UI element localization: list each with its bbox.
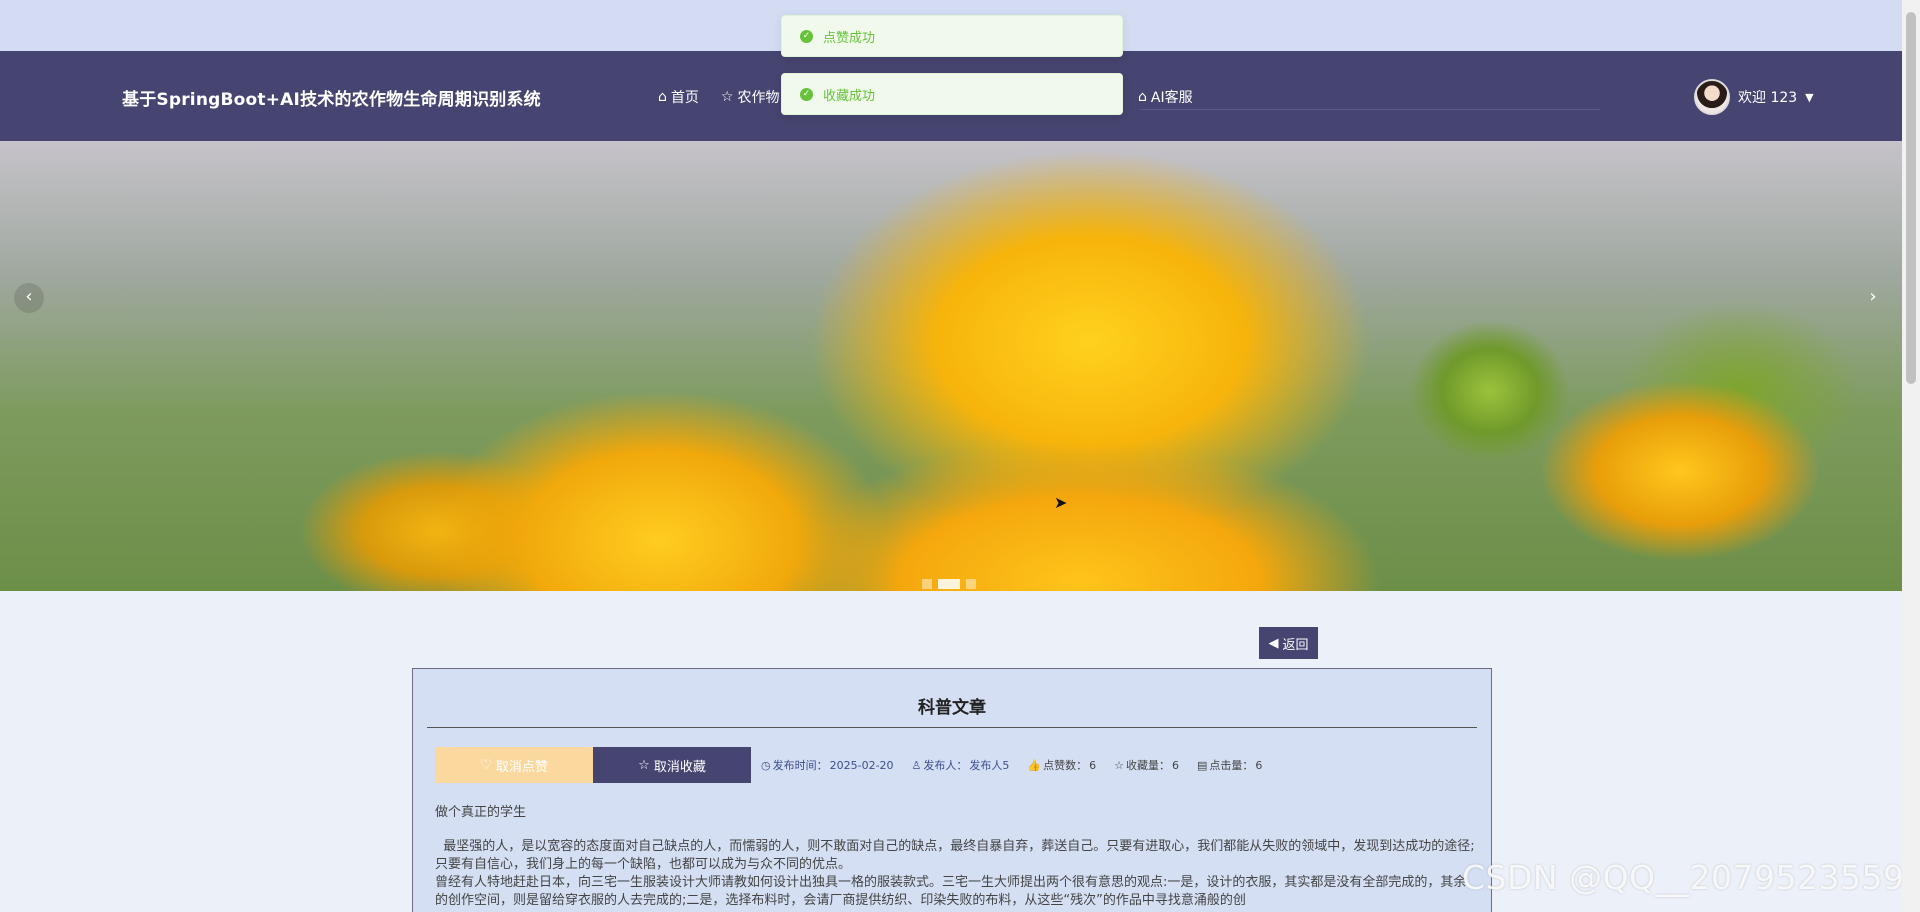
nav-item-ai-service[interactable]: ⌂ AI客服 — [1138, 87, 1193, 107]
scrollbar-thumb[interactable] — [1906, 12, 1916, 384]
check-circle-icon: ✓ — [800, 87, 813, 101]
author-value: 发布人5 — [969, 759, 1010, 772]
nav-item-crops[interactable]: ☆ 农作物 — [721, 87, 780, 107]
like-count-label: 点赞数： — [1043, 759, 1088, 772]
favorite-count-label: 收藏量： — [1126, 759, 1170, 772]
cancel-like-button[interactable]: ♡ 取消点赞 — [435, 747, 593, 783]
carousel-indicator[interactable] — [966, 579, 976, 589]
back-button[interactable]: ◀ 返回 — [1259, 627, 1318, 659]
caret-left-icon: ◀ — [1268, 635, 1279, 651]
publish-time: ◷ 发布时间： 2025-02-20 — [761, 757, 894, 773]
article-title: 科普文章 — [918, 698, 986, 718]
banner-carousel[interactable]: ‹ › — [0, 141, 1902, 591]
star-icon: ☆ — [1114, 758, 1124, 772]
favorite-count: ☆ 收藏量： 6 — [1114, 757, 1179, 773]
carousel-indicator[interactable] — [922, 579, 932, 589]
nav-divider — [1140, 109, 1600, 110]
click-count-value: 6 — [1255, 758, 1263, 772]
mouse-pointer-icon: ➤ — [1054, 493, 1068, 512]
article-paragraph: 最坚强的人，是以宽容的态度面对自己缺点的人，而懦弱的人，则不敢面对自己的缺点，最… — [435, 839, 1475, 872]
author: ♙ 发布人： 发布人5 — [912, 757, 1010, 773]
carousel-next-arrow-icon[interactable]: › — [1858, 283, 1888, 313]
toast-favorite-success: ✓ 收藏成功 — [781, 73, 1123, 115]
toast-like-success: ✓ 点赞成功 — [781, 15, 1123, 57]
like-count-value: 6 — [1089, 758, 1097, 772]
star-icon: ☆ — [638, 757, 650, 773]
article-paragraph: 曾经有人特地赶赴日本，向三宅一生服装设计大师请教如何设计出独具一格的服装款式。三… — [435, 875, 1467, 908]
nav-item-label: AI客服 — [1150, 90, 1193, 106]
avatar[interactable] — [1694, 79, 1730, 115]
publish-time-value: 2025-02-20 — [829, 758, 894, 772]
nav-item-label: 农作物 — [737, 90, 780, 106]
click-count-label: 点击量： — [1209, 759, 1254, 772]
favorite-count-value: 6 — [1172, 758, 1179, 772]
carousel-indicators — [922, 579, 976, 589]
toast-text: 收藏成功 — [823, 88, 876, 104]
carousel-indicator-active[interactable] — [938, 579, 960, 589]
title-divider — [427, 727, 1477, 728]
home-icon: ⌂ — [1138, 89, 1147, 105]
article-card: 科普文章 ♡ 取消点赞 ☆ 取消收藏 ◷ 发布时间： 2025-02-20 ♙ … — [412, 668, 1492, 912]
publish-time-label: 发布时间： — [772, 759, 828, 772]
page-scrollbar[interactable] — [1902, 0, 1920, 912]
nav-item-home[interactable]: ⌂ 首页 — [658, 87, 699, 107]
star-icon: ☆ — [720, 89, 734, 105]
article-actions: ♡ 取消点赞 ☆ 取消收藏 ◷ 发布时间： 2025-02-20 ♙ 发布人： … — [435, 747, 1262, 783]
cancel-like-label: 取消点赞 — [495, 759, 548, 775]
article-subtitle: 做个真正的学生 — [435, 805, 527, 820]
heart-icon: ♡ — [480, 757, 492, 773]
article-meta: ◷ 发布时间： 2025-02-20 ♙ 发布人： 发布人5 👍 点赞数： 6 … — [761, 757, 1262, 773]
document-icon: ▤ — [1197, 758, 1208, 772]
site-brand[interactable]: 基于SpringBoot+AI技术的农作物生命周期识别系统 — [122, 85, 541, 110]
user-icon: ♙ — [911, 758, 922, 772]
user-menu[interactable]: 欢迎 123 ▼ — [1694, 79, 1814, 115]
carousel-prev-arrow-icon[interactable]: ‹ — [14, 283, 44, 313]
home-icon: ⌂ — [658, 89, 667, 105]
main-nav: ⌂ 首页 ☆ 农作物 ⌂ AI客服 — [658, 87, 1193, 107]
caret-down-icon[interactable]: ▼ — [1805, 91, 1813, 104]
user-greeting[interactable]: 欢迎 123 — [1738, 87, 1797, 107]
cancel-favorite-button[interactable]: ☆ 取消收藏 — [593, 747, 751, 783]
toast-text: 点赞成功 — [823, 30, 876, 46]
like-count: 👍 点赞数： 6 — [1027, 757, 1096, 773]
back-button-label: 返回 — [1282, 637, 1309, 653]
csdn-watermark: CSDN @QQ__2079523559 — [1462, 858, 1905, 897]
cancel-favorite-label: 取消收藏 — [653, 759, 706, 775]
thumb-up-icon: 👍 — [1027, 758, 1042, 772]
clock-icon: ◷ — [761, 758, 771, 772]
check-circle-icon: ✓ — [800, 29, 813, 43]
nav-item-label: 首页 — [670, 90, 699, 106]
click-count: ▤ 点击量： 6 — [1197, 757, 1262, 773]
article-body: 最坚强的人，是以宽容的态度面对自己缺点的人，而懦弱的人，则不敢面对自己的缺点，最… — [435, 838, 1475, 910]
author-label: 发布人： — [923, 759, 968, 772]
